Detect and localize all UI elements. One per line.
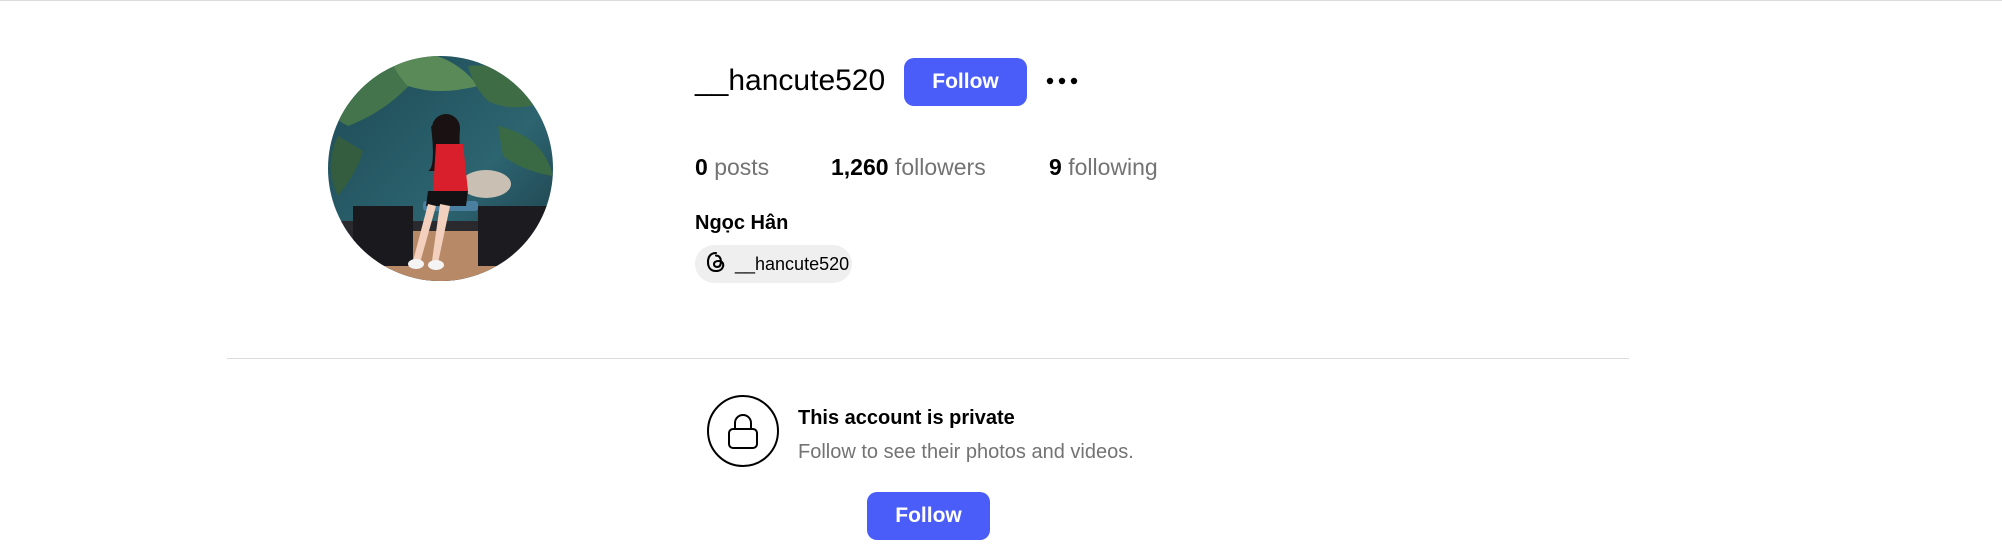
following-label: following [1068, 154, 1158, 180]
private-title: This account is private [798, 407, 1015, 429]
followers-label: followers [894, 154, 986, 180]
profile-header-row: __hancute520 Follow [695, 56, 1395, 106]
threads-handle: __hancute520 [735, 253, 850, 274]
private-subtitle: Follow to see their photos and videos. [798, 441, 1134, 463]
private-follow-button[interactable]: Follow [867, 492, 990, 540]
followers-stat[interactable]: 1,260 followers [831, 151, 986, 183]
profile-username: __hancute520 [695, 64, 886, 97]
follow-button[interactable]: Follow [904, 58, 1027, 106]
lock-icon [707, 395, 779, 467]
posts-label: posts [714, 154, 770, 180]
profile-full-name: Ngọc Hân [695, 212, 789, 234]
posts-count: 0 [695, 154, 708, 180]
profile-avatar[interactable] [328, 56, 553, 281]
profile-stats: 0 posts 1,260 followers 9 following [695, 151, 1295, 183]
following-count: 9 [1049, 154, 1062, 180]
profile-divider [227, 358, 1629, 359]
following-stat[interactable]: 9 following [1049, 151, 1158, 183]
more-options-icon[interactable] [1044, 65, 1080, 97]
posts-stat: 0 posts [695, 151, 769, 183]
threads-icon [705, 251, 727, 278]
threads-link[interactable]: __hancute520 [695, 245, 852, 283]
profile-page: __hancute520 Follow 0 posts 1,260 follow… [0, 0, 2002, 555]
top-border [0, 0, 2002, 1]
avatar-photo [328, 56, 553, 281]
followers-count: 1,260 [831, 154, 889, 180]
